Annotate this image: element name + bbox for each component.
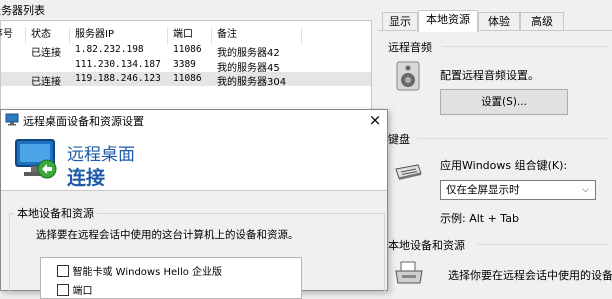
tab-display[interactable]: 显示 bbox=[382, 12, 418, 31]
speaker-icon bbox=[396, 61, 422, 91]
column-header-status[interactable]: 状态 bbox=[31, 25, 51, 40]
tab-experience[interactable]: 体验 bbox=[478, 12, 520, 31]
server-list-title: 服务器列表 bbox=[0, 4, 45, 17]
group-label: 本地设备和资源 bbox=[14, 205, 97, 221]
column-header-port[interactable]: 端口 bbox=[173, 25, 193, 40]
ports-checkbox-label: 端口 bbox=[72, 286, 93, 297]
tab-local-resources[interactable]: 本地资源 bbox=[418, 10, 478, 32]
dialog-titlebar[interactable]: 远程桌面设备和资源设置 × bbox=[1, 110, 387, 130]
device-checkbox-list: 智能卡或 Windows Hello 企业版 端口 bbox=[40, 257, 302, 299]
remote-desktop-logo-icon bbox=[13, 137, 59, 181]
column-header-note[interactable]: 备注 bbox=[217, 25, 237, 40]
key-combination-value: 仅在全屏显示时 bbox=[446, 184, 520, 196]
keyboard-example: 示例: Alt + Tab bbox=[440, 212, 519, 225]
audio-section-title: 远程音频 bbox=[388, 41, 432, 54]
tab-advanced[interactable]: 高级 bbox=[520, 12, 564, 31]
table-row-selected[interactable]: 已连接 119.188.246.123 11086 我的服务器304 bbox=[1, 72, 371, 88]
ports-checkbox-row[interactable]: 端口 bbox=[57, 282, 93, 297]
banner-title-line2: 连接 bbox=[67, 167, 106, 189]
keyboard-description: 应用Windows 组合键(K): bbox=[440, 159, 568, 172]
remote-desktop-icon bbox=[5, 113, 19, 126]
properties-panel: 显示 本地资源 体验 高级 远程音频 配置远程音频设置。 设置(S)... 键盘 bbox=[378, 0, 612, 290]
chevron-down-icon: ⌵ bbox=[582, 185, 589, 195]
smartcard-checkbox[interactable] bbox=[57, 264, 69, 277]
device-resource-dialog: 远程桌面设备和资源设置 × 远程桌面 连接 本地设备和资源 选择要在远程会话中使… bbox=[0, 109, 388, 299]
smartcard-checkbox-label: 智能卡或 Windows Hello 企业版 bbox=[72, 267, 223, 278]
tab-content: 远程音频 配置远程音频设置。 设置(S)... 键盘 应用Windows 组合键… bbox=[378, 30, 612, 290]
table-header: 序号 状态 服务器IP 端口 备注 bbox=[0, 25, 371, 44]
column-header-num[interactable]: 序号 bbox=[0, 25, 13, 40]
smartcard-checkbox-row[interactable]: 智能卡或 Windows Hello 企业版 bbox=[57, 263, 222, 278]
dialog-title: 远程桌面设备和资源设置 bbox=[23, 115, 144, 128]
audio-description: 配置远程音频设置。 bbox=[440, 69, 539, 82]
table-row[interactable]: 111.230.134.187 3389 我的服务器45 bbox=[1, 58, 371, 74]
keyboard-icon bbox=[394, 163, 422, 181]
table-row[interactable]: 已连接 1.82.232.198 11086 我的服务器42 bbox=[1, 43, 371, 59]
audio-settings-button[interactable]: 设置(S)... bbox=[440, 89, 568, 115]
key-combination-select[interactable]: 仅在全屏显示时 ⌵ bbox=[440, 180, 596, 200]
dialog-banner: 远程桌面 连接 bbox=[1, 130, 387, 190]
keyboard-section-title: 键盘 bbox=[388, 133, 410, 146]
column-header-ip[interactable]: 服务器IP bbox=[75, 25, 114, 40]
banner-title-line1: 远程桌面 bbox=[67, 145, 135, 165]
local-devices-description: 选择你要在远程会话中使用的设备和 bbox=[448, 269, 612, 282]
ports-checkbox[interactable] bbox=[57, 283, 69, 296]
local-devices-section-title: 本地设备和资源 bbox=[388, 239, 465, 252]
printer-icon bbox=[394, 261, 424, 287]
group-instruction: 选择要在远程会话中使用的这台计算机上的设备和资源。 bbox=[36, 229, 299, 241]
close-icon[interactable]: × bbox=[363, 110, 387, 130]
local-devices-group: 本地设备和资源 选择要在远程会话中使用的这台计算机上的设备和资源。 智能卡或 W… bbox=[9, 205, 385, 299]
